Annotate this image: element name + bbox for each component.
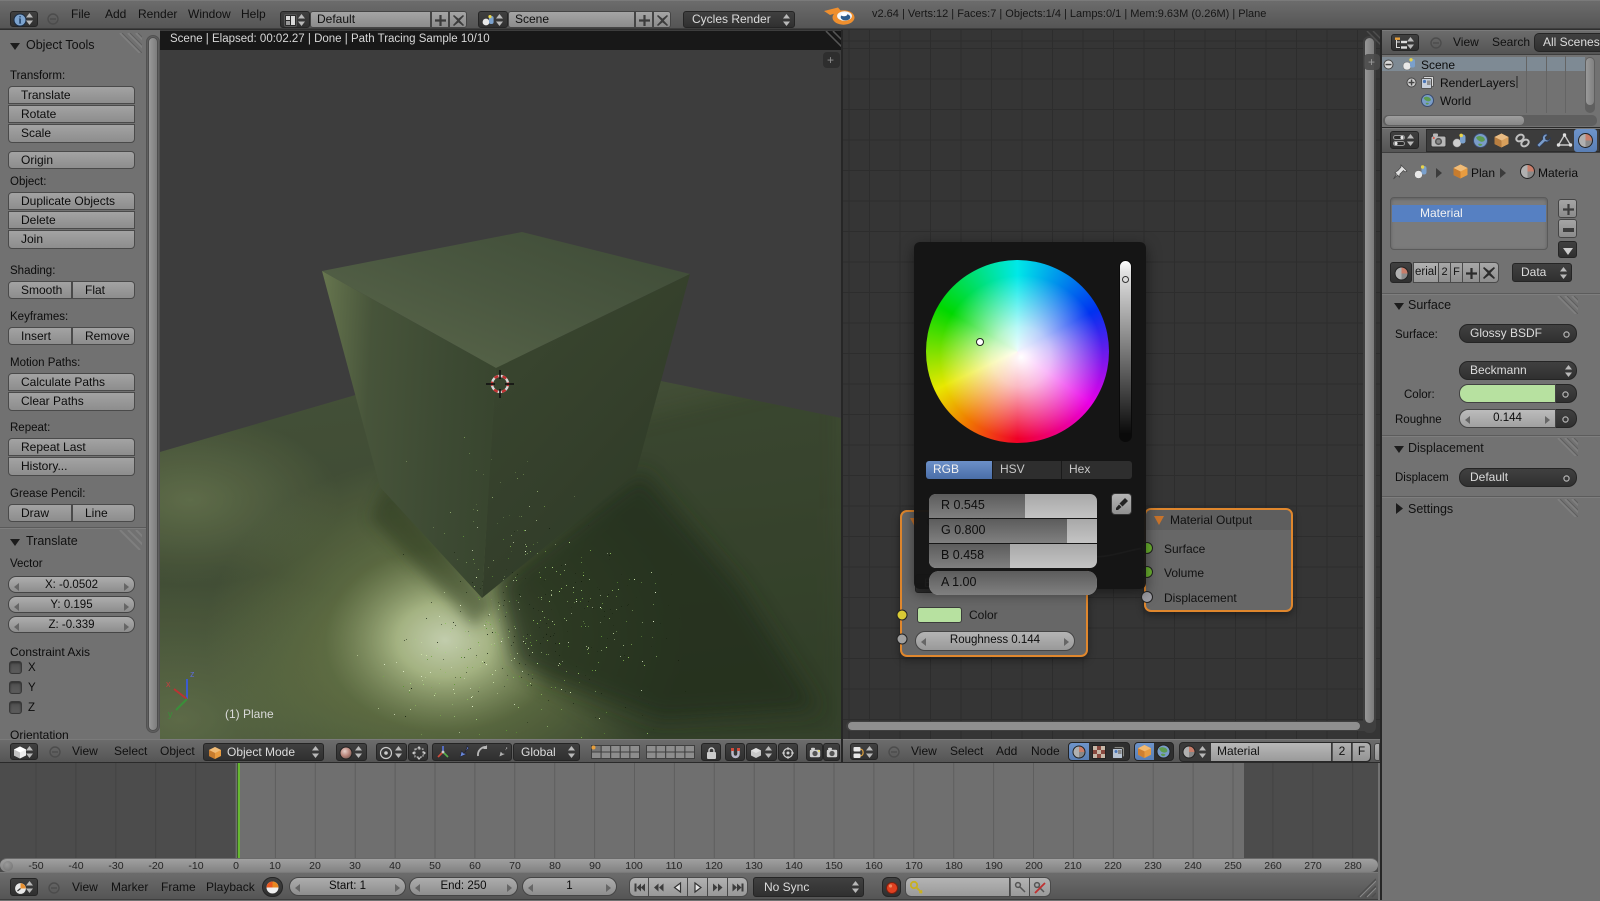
svg-text:i: i: [19, 16, 22, 27]
svg-text:z: z: [190, 669, 195, 679]
svg-text:y: y: [168, 709, 173, 719]
svg-text:x: x: [166, 679, 171, 689]
svg-text:(1) Plane: (1) Plane: [225, 707, 274, 721]
